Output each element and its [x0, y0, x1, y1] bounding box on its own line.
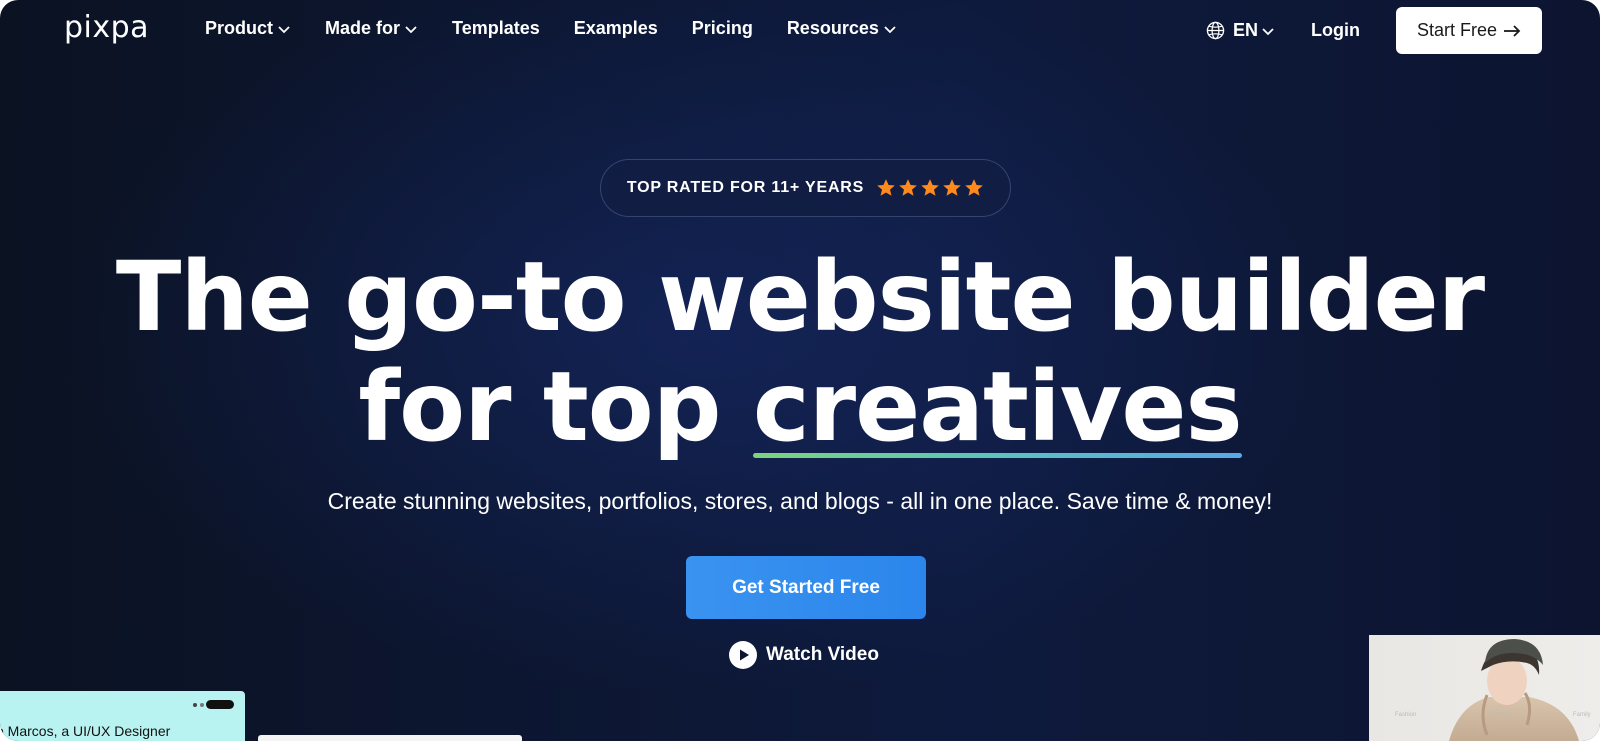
category-family: Family [1573, 712, 1591, 718]
language-selector[interactable]: EN [1206, 20, 1275, 41]
star-icon [921, 179, 939, 196]
login-link[interactable]: Login [1311, 20, 1360, 41]
globe-icon [1206, 21, 1225, 40]
mini-nav-bar [0, 697, 245, 713]
hero-subtitle: Create stunning websites, portfolios, st… [327, 488, 1273, 514]
nav-product[interactable]: Product [205, 18, 291, 39]
rating-stars [876, 178, 984, 198]
get-started-free-button[interactable]: Get Started Free [686, 556, 926, 619]
preview-card-text: o Marcos, a UI/UX Designer [0, 723, 171, 739]
nav-pricing[interactable]: Pricing [692, 18, 753, 39]
start-free-button[interactable]: Start Free [1396, 7, 1542, 54]
watch-video-button[interactable]: Watch Video [728, 640, 879, 670]
mini-pill [206, 700, 234, 709]
hero-headline-line2: for top creatives [0, 352, 1600, 462]
pixpa-logo[interactable]: pixpa [64, 10, 149, 45]
play-icon [729, 641, 757, 669]
badge-text: TOP RATED FOR 11+ YEARS [626, 179, 865, 196]
category-fashion: Fashion [1395, 712, 1417, 718]
star-icon [877, 179, 895, 196]
nav-made-for[interactable]: Made for [325, 18, 418, 39]
mini-dot [193, 703, 197, 707]
arrow-right-icon [1504, 24, 1521, 37]
nav-examples-label: Examples [573, 18, 658, 38]
portrait-photo [1449, 639, 1579, 741]
watch-video-label: Watch Video [766, 644, 879, 665]
page-frame: pixpa Product Made for Templates Example… [0, 0, 1600, 741]
star-icon [965, 179, 983, 196]
chevron-down-icon [884, 25, 896, 33]
chevron-down-icon [278, 25, 290, 33]
nav-resources-label: Resources [786, 18, 879, 38]
mini-dot [200, 703, 204, 707]
nav-templates-label: Templates [452, 18, 540, 38]
nav-templates[interactable]: Templates [452, 18, 540, 39]
preview-card-middle [258, 735, 522, 741]
star-icon [899, 179, 917, 196]
start-free-label: Start Free [1416, 20, 1498, 40]
chevron-down-icon [1262, 27, 1274, 35]
nav-pricing-label: Pricing [691, 18, 753, 38]
preview-card-left: o Marcos, a UI/UX Designer [0, 691, 245, 741]
language-label: EN [1233, 20, 1259, 40]
nav-made-for-label: Made for [325, 18, 401, 38]
top-nav: pixpa Product Made for Templates Example… [0, 0, 1600, 60]
headline-highlight: creatives [752, 351, 1243, 463]
hero-headline-line1: The go-to website builder [115, 241, 1485, 353]
top-rated-badge: TOP RATED FOR 11+ YEARS [600, 159, 1011, 217]
star-icon [943, 179, 961, 196]
nav-product-label: Product [205, 18, 274, 38]
headline-prefix: for top [358, 351, 753, 463]
chevron-down-icon [405, 25, 417, 33]
nav-examples[interactable]: Examples [574, 18, 658, 39]
preview-card-right: Fashion Portraits Family [1369, 635, 1600, 741]
nav-links: Product Made for Templates Examples Pric… [205, 18, 931, 39]
nav-resources[interactable]: Resources [787, 18, 897, 39]
category-portraits: Portraits [1489, 712, 1512, 718]
nav-right: EN Login Start Free [1206, 7, 1542, 54]
